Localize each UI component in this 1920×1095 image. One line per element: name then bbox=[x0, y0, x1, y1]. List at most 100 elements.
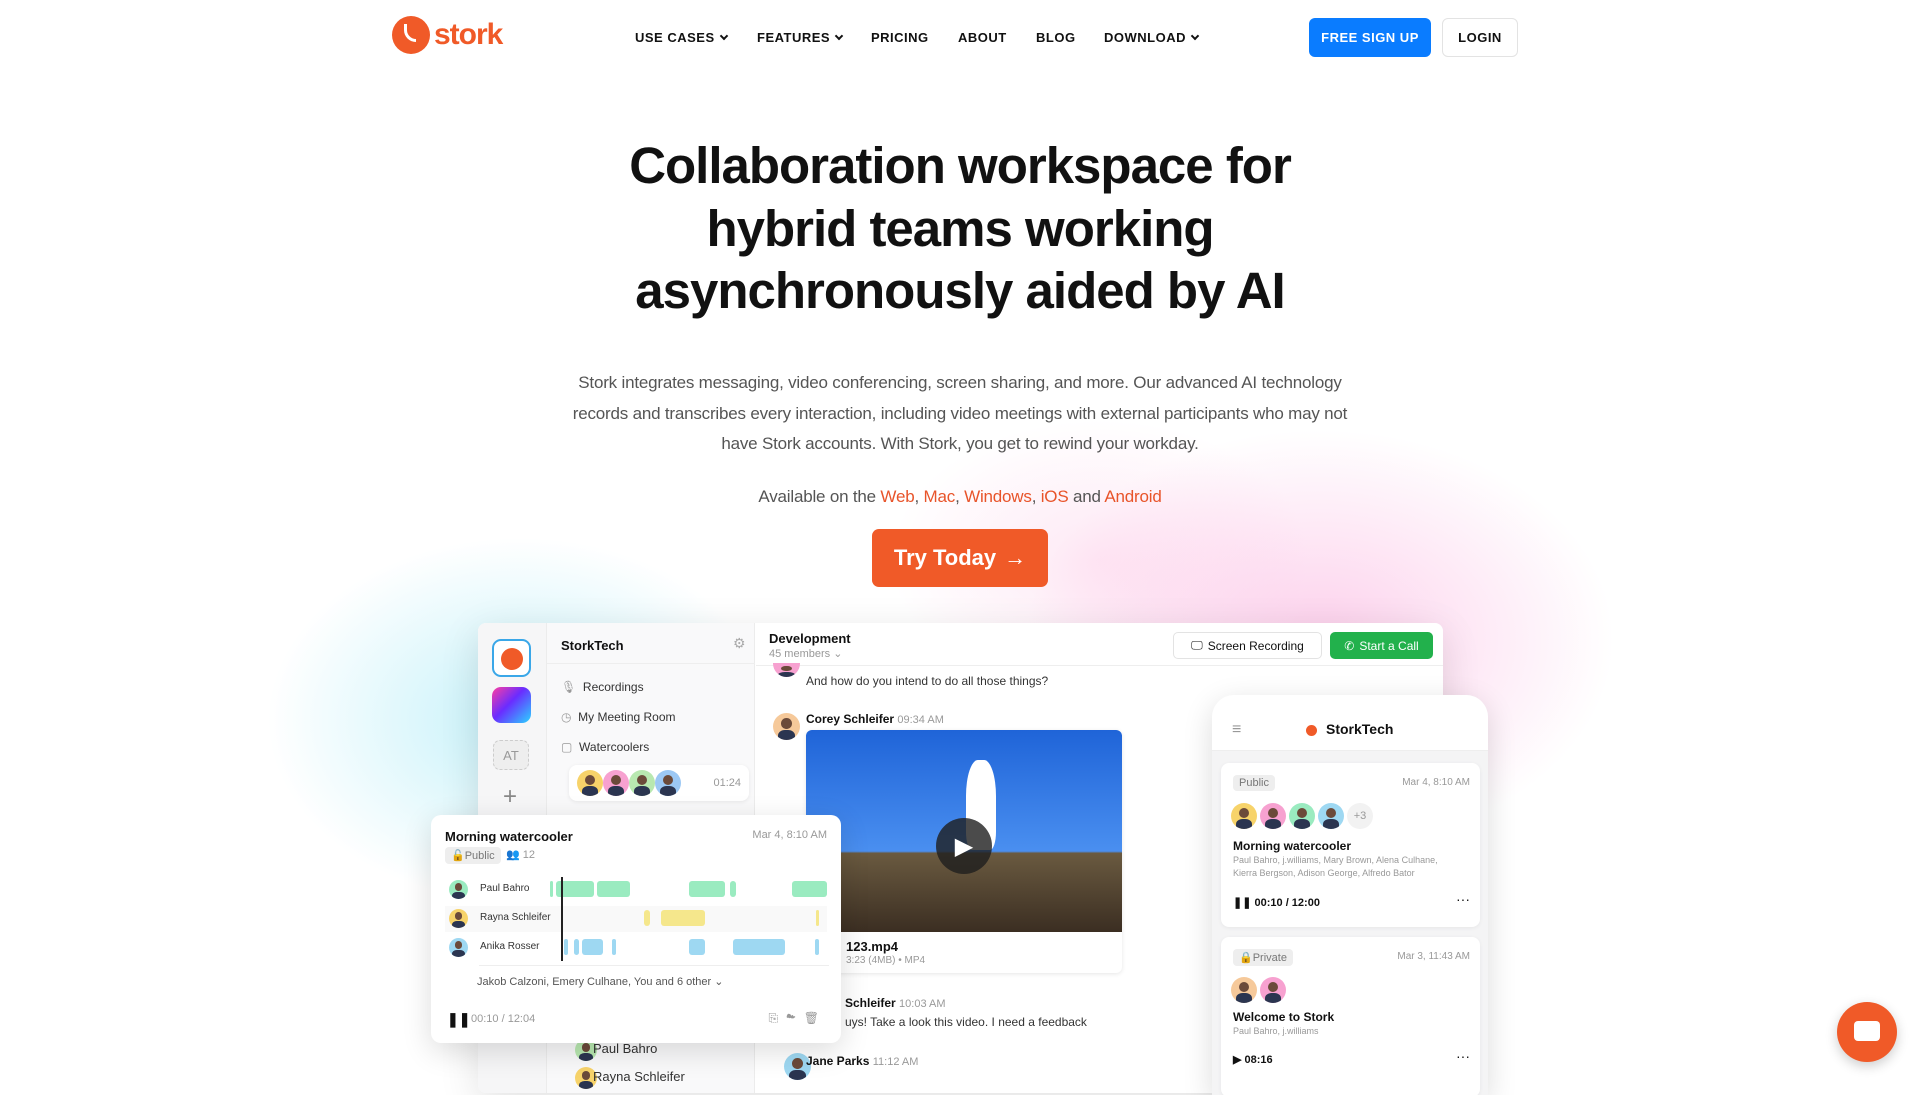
nav-label: USE CASES bbox=[635, 30, 715, 45]
track-name: Paul Bahro bbox=[480, 883, 530, 894]
watercooler-live[interactable]: 01:24 bbox=[569, 765, 749, 801]
arrow-right-icon: → bbox=[1004, 545, 1027, 570]
hero-description-line: Stork integrates messaging, video confer… bbox=[578, 373, 1342, 392]
timestamp: 10:03 AM bbox=[899, 998, 946, 1010]
avatar bbox=[1231, 977, 1257, 1003]
more-options-icon[interactable]: ··· bbox=[1456, 1048, 1470, 1064]
channel-label: Watercoolers bbox=[579, 740, 650, 754]
visibility-badge: Public bbox=[1233, 775, 1275, 791]
nav-download[interactable]: DOWNLOAD bbox=[1104, 30, 1200, 45]
avatar bbox=[629, 770, 655, 796]
nav-use-cases[interactable]: USE CASES bbox=[635, 30, 728, 45]
more-options-icon[interactable]: ··· bbox=[1456, 891, 1470, 907]
message-header: Corey Schleifer 09:34 AM bbox=[806, 712, 944, 726]
mobile-recording-card[interactable]: 🔒Private Mar 3, 11:43 AM Welcome to Stor… bbox=[1221, 937, 1480, 1095]
nav-label: DOWNLOAD bbox=[1104, 30, 1186, 45]
free-signup-button[interactable]: FREE SIGN UP bbox=[1309, 18, 1431, 57]
link-windows[interactable]: Windows bbox=[964, 487, 1032, 506]
mobile-recording-card[interactable]: Public Mar 4, 8:10 AM +3 Morning waterco… bbox=[1221, 763, 1480, 927]
nav-about[interactable]: ABOUT bbox=[958, 30, 1007, 45]
channel-meeting-room[interactable]: ◷ My Meeting Room bbox=[561, 710, 676, 724]
file-meta: 3:23 (4MB) • MP4 bbox=[846, 955, 926, 966]
avatar bbox=[1260, 803, 1286, 829]
speaking-segment bbox=[792, 881, 827, 897]
others-label: Jakob Calzoni, Emery Culhane, You and 6 … bbox=[477, 976, 712, 988]
hero-title-line: Collaboration workspace for bbox=[629, 137, 1292, 194]
speaking-segment bbox=[563, 939, 568, 955]
play-icon[interactable]: ▶ bbox=[936, 818, 992, 874]
link-android[interactable]: Android bbox=[1104, 487, 1161, 506]
channel-watercoolers[interactable]: ▢ Watercoolers bbox=[561, 740, 649, 754]
nav-pricing[interactable]: PRICING bbox=[871, 30, 929, 45]
nav-blog[interactable]: BLOG bbox=[1036, 30, 1076, 45]
avatar bbox=[655, 770, 681, 796]
cup-icon: ▢ bbox=[561, 740, 573, 754]
members-label: 45 members bbox=[769, 648, 831, 660]
playhead[interactable] bbox=[561, 877, 564, 961]
play-icon[interactable]: ▶ bbox=[1233, 1054, 1241, 1066]
card-time: 08:16 bbox=[1244, 1054, 1273, 1066]
speaking-segment bbox=[644, 910, 650, 926]
workspace-name: StorkTech bbox=[561, 638, 624, 653]
member-name[interactable]: Paul Bahro bbox=[593, 1041, 657, 1056]
chevron-down-icon bbox=[719, 31, 728, 41]
recording-title: Morning watercooler bbox=[445, 829, 573, 844]
stork-workspace-icon[interactable] bbox=[492, 639, 531, 677]
card-members: Paul Bahro, j.williams, Mary Brown, Alen… bbox=[1233, 855, 1438, 865]
other-participants[interactable]: Jakob Calzoni, Emery Culhane, You and 6 … bbox=[477, 975, 724, 988]
link-mac[interactable]: Mac bbox=[924, 487, 956, 506]
workspace-initials[interactable]: AT bbox=[493, 740, 529, 770]
video-thumbnail: ▶ bbox=[806, 730, 1122, 932]
author: Schleifer bbox=[845, 996, 896, 1010]
visibility-badge: 🔓Public bbox=[445, 847, 501, 864]
pause-icon[interactable]: ❚❚ bbox=[447, 1011, 470, 1028]
avatar bbox=[1231, 803, 1257, 829]
channel-title: Development bbox=[769, 631, 851, 646]
pause-icon[interactable]: ❚❚ bbox=[1233, 897, 1251, 909]
nav-features[interactable]: FEATURES bbox=[757, 30, 844, 45]
screen-icon: 🖵 bbox=[1191, 638, 1203, 652]
gear-icon[interactable]: ⚙ bbox=[733, 635, 746, 652]
and-label: and bbox=[1073, 487, 1101, 506]
avatar bbox=[449, 909, 468, 928]
plus-icon[interactable]: + bbox=[503, 783, 517, 811]
timestamp: 09:34 AM bbox=[897, 714, 944, 726]
download-icon[interactable]: ☁ bbox=[786, 1011, 804, 1025]
link-web[interactable]: Web bbox=[880, 487, 914, 506]
logo[interactable]: stork bbox=[392, 16, 503, 54]
platforms-line: Available on the Web, Mac, Windows, iOS … bbox=[758, 487, 1162, 506]
nav-label: FEATURES bbox=[757, 30, 831, 45]
speaking-segment bbox=[732, 939, 786, 955]
avatar bbox=[773, 713, 800, 740]
channel-recordings[interactable]: 🎙 Recordings bbox=[561, 680, 644, 694]
login-button[interactable]: LOGIN bbox=[1442, 18, 1518, 57]
recording-actions: ⎘☁🗑 bbox=[769, 1011, 827, 1026]
try-today-button[interactable]: Try Today → bbox=[872, 529, 1048, 587]
avatar bbox=[1260, 977, 1286, 1003]
channel-label: Recordings bbox=[582, 680, 644, 694]
button-label: Screen Recording bbox=[1207, 638, 1304, 653]
trash-icon[interactable]: 🗑 bbox=[804, 1011, 827, 1025]
start-call-button[interactable]: ✆ Start a Call bbox=[1330, 632, 1433, 659]
speaking-segment bbox=[597, 881, 631, 897]
workspace-icon[interactable] bbox=[492, 687, 531, 723]
message-header: Jane Parks 11:12 AM bbox=[806, 1054, 918, 1068]
avatar bbox=[449, 938, 468, 957]
message-header: Schleifer 10:03 AM bbox=[845, 996, 946, 1010]
chat-bubble-icon bbox=[1854, 1021, 1880, 1041]
screen-recording-button[interactable]: 🖵 Screen Recording bbox=[1173, 632, 1322, 659]
members-count[interactable]: 45 members ⌄ bbox=[769, 647, 842, 660]
unlock-icon: 🔓 bbox=[451, 850, 465, 862]
hero-description-line: have Stork accounts. With Stork, you get… bbox=[721, 434, 1199, 453]
chat-widget-button[interactable] bbox=[1837, 1002, 1897, 1062]
hamburger-menu-icon[interactable]: ≡ bbox=[1232, 721, 1241, 739]
transcript-icon[interactable]: ⎘ bbox=[769, 1011, 787, 1025]
card-date: Mar 4, 8:10 AM bbox=[1402, 777, 1470, 788]
avatar bbox=[1318, 803, 1344, 829]
card-date: Mar 3, 11:43 AM bbox=[1397, 951, 1470, 962]
link-ios[interactable]: iOS bbox=[1041, 487, 1069, 506]
member-name[interactable]: Rayna Schleifer bbox=[593, 1069, 685, 1084]
file-name: 123.mp4 bbox=[846, 939, 899, 954]
video-attachment[interactable]: ▶ 123.mp4 3:23 (4MB) • MP4 bbox=[806, 730, 1122, 973]
speaking-segment bbox=[815, 910, 819, 926]
